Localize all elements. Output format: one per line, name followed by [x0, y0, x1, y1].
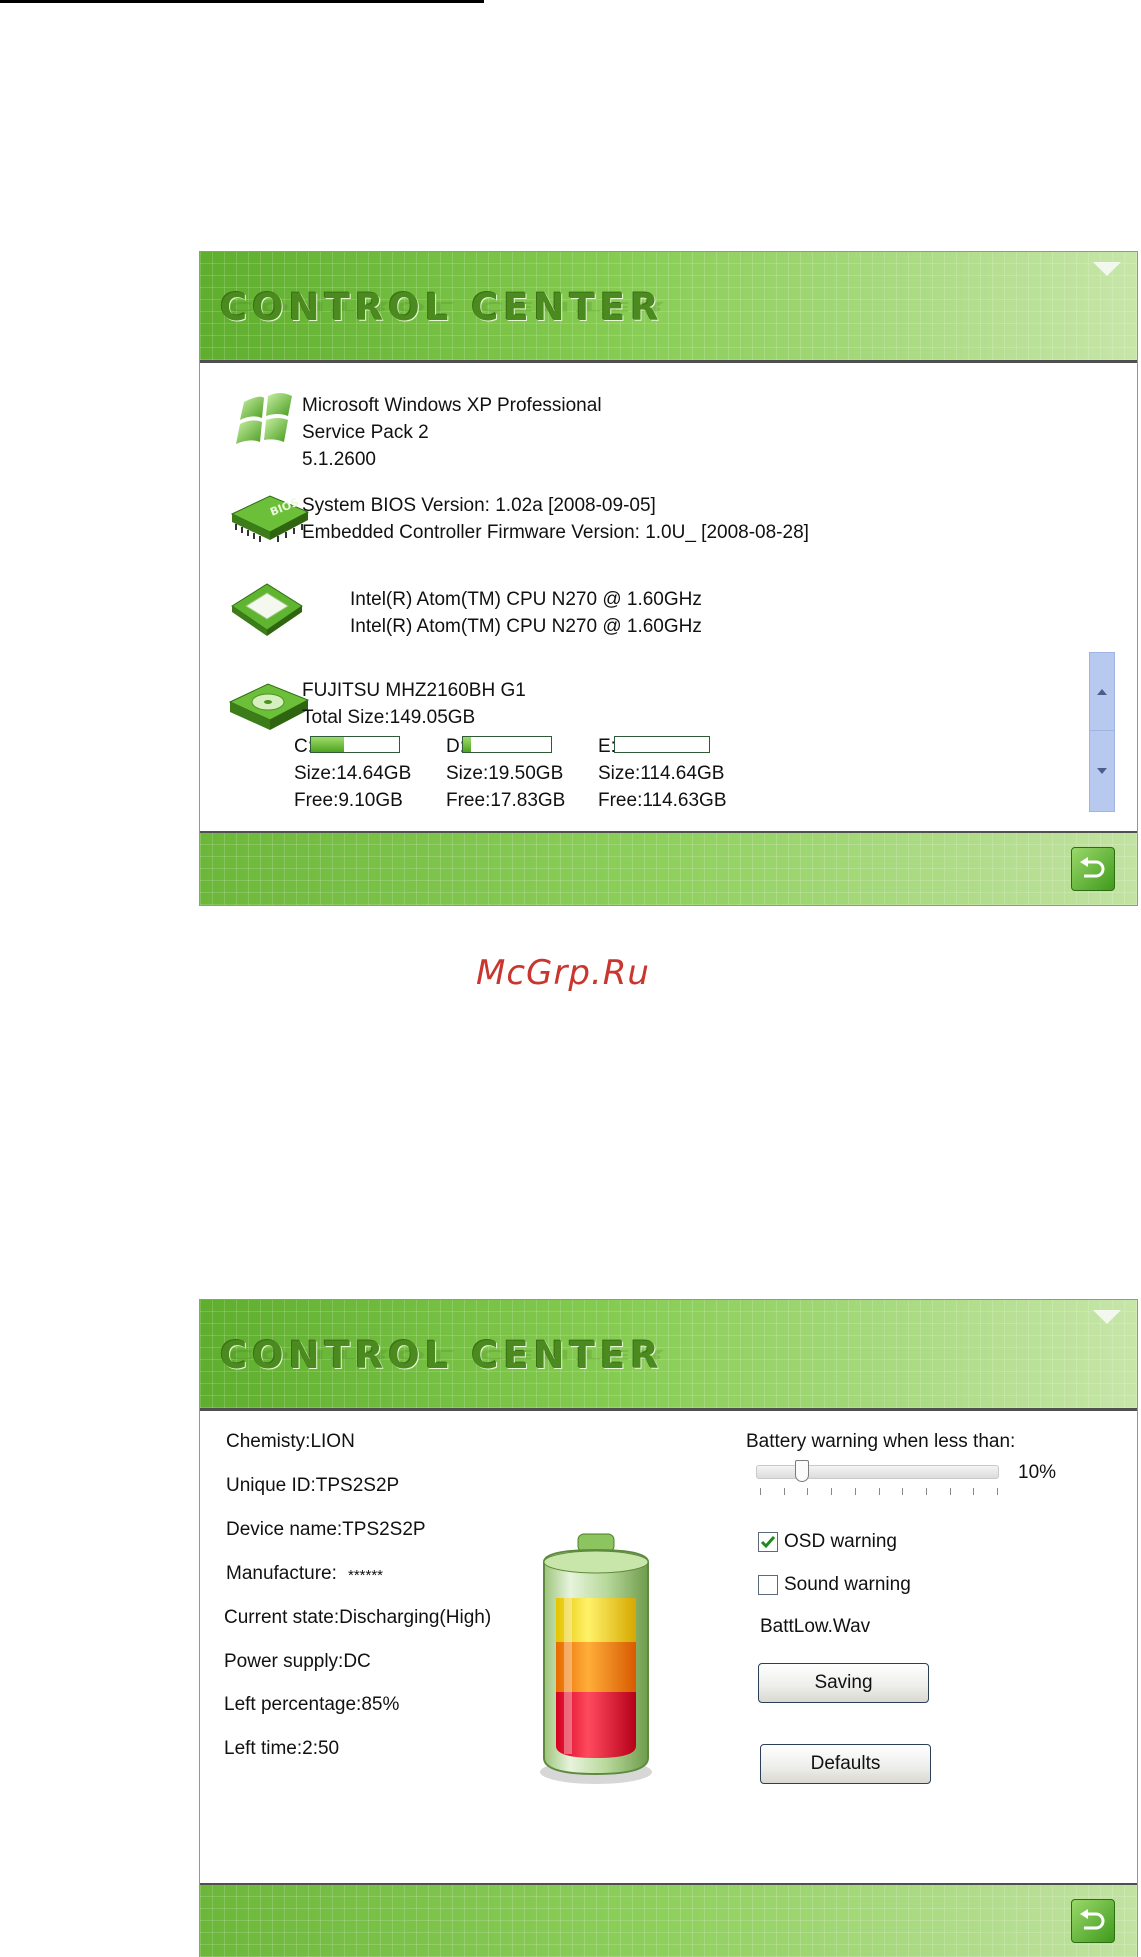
disk-model: FUJITSU MHZ2160BH G1: [302, 680, 526, 701]
warning-level-slider[interactable]: [756, 1465, 999, 1479]
drive-e-usage-bar: [614, 736, 710, 753]
drive-c-free: Free:9.10GB: [294, 790, 403, 811]
drive-c-usage-bar: [310, 736, 400, 753]
slider-tick: [997, 1488, 998, 1495]
top-rule: [0, 0, 484, 3]
disk-total-size: Total Size:149.05GB: [302, 707, 476, 728]
drive-d-usage-bar: [462, 736, 552, 753]
sound-file-name: BattLow.Wav: [760, 1616, 871, 1637]
battery-icon: [540, 1533, 652, 1784]
vertical-scrollbar[interactable]: [1089, 652, 1115, 812]
control-center-window-system: CONTROL CENTER CONTROL CENTER Microsoft …: [199, 251, 1138, 906]
slider-tick: [902, 1488, 904, 1495]
saving-button[interactable]: Saving: [758, 1663, 929, 1703]
slider-tick: [783, 1488, 785, 1495]
scroll-up-button[interactable]: [1090, 653, 1114, 731]
slider-tick: [760, 1488, 761, 1495]
battery-left-time: Left time:2:50: [224, 1738, 340, 1759]
battery-current-state: Current state:Discharging(High): [224, 1607, 492, 1628]
ec-firmware-version: Embedded Controller Firmware Version: 1.…: [302, 522, 809, 543]
drive-e-free: Free:114.63GB: [598, 790, 727, 811]
slider-ticks: [760, 1488, 998, 1496]
drive-c-usage-fill: [311, 737, 345, 752]
chevron-down-icon: [1097, 768, 1107, 774]
cpu-core-1: Intel(R) Atom(TM) CPU N270 @ 1.60GHz: [350, 589, 702, 610]
osd-warning-label: OSD warning: [784, 1531, 897, 1552]
osd-warning-checkbox[interactable]: [758, 1532, 778, 1552]
back-button[interactable]: [1071, 847, 1115, 891]
defaults-button[interactable]: Defaults: [760, 1744, 931, 1784]
footer: [200, 831, 1137, 905]
battery-manufacture-value: ******: [348, 1567, 384, 1584]
drive-d-free: Free:17.83GB: [446, 790, 566, 811]
windows-logo-icon: [236, 393, 292, 444]
drive-c-size: Size:14.64GB: [294, 763, 412, 784]
battery-device-name: Device name:TPS2S2P: [226, 1519, 426, 1540]
sound-warning-label: Sound warning: [784, 1574, 911, 1595]
back-arrow-icon: [1080, 857, 1105, 878]
warning-level-slider-thumb[interactable]: [794, 1460, 809, 1482]
drive-d-usage-fill: [463, 737, 471, 752]
os-name: Microsoft Windows XP Professional: [302, 395, 602, 416]
cpu-chip-icon: [231, 583, 303, 636]
window-title: CONTROL CENTER: [220, 286, 664, 329]
slider-tick: [973, 1488, 975, 1495]
slider-tick: [878, 1488, 880, 1495]
warning-level-value: 10%: [1018, 1462, 1057, 1483]
cpu-core-2: Intel(R) Atom(TM) CPU N270 @ 1.60GHz: [350, 616, 702, 637]
window-title: CONTROL CENTER: [220, 1334, 664, 1377]
battery-warning-label: Battery warning when less than:: [746, 1431, 1016, 1452]
drive-e-size: Size:114.64GB: [598, 763, 725, 784]
slider-tick: [807, 1488, 809, 1495]
drive-d-size: Size:19.50GB: [446, 763, 564, 784]
dropdown-arrow-icon[interactable]: [1093, 262, 1121, 276]
battery-manufacture-label: Manufacture:: [226, 1563, 337, 1584]
dropdown-arrow-icon[interactable]: [1093, 1310, 1121, 1324]
checkmark-icon: [760, 1536, 776, 1549]
chevron-up-icon: [1097, 688, 1107, 695]
back-arrow-icon: [1080, 1909, 1105, 1930]
battery-unique-id: Unique ID:TPS2S2P: [226, 1475, 400, 1496]
slider-tick: [949, 1488, 951, 1495]
slider-tick: [854, 1488, 856, 1495]
os-version: 5.1.2600: [302, 449, 376, 470]
watermark: McGrp.Ru: [476, 953, 650, 993]
scroll-down-button[interactable]: [1090, 732, 1114, 810]
control-center-window-battery: CONTROL CENTER CONTROL CENTER Chemisty:L…: [199, 1299, 1138, 1957]
footer: [200, 1883, 1137, 1957]
bios-chip-icon: BIOS: [230, 495, 310, 542]
hard-drive-icon: [228, 683, 310, 730]
slider-tick: [831, 1488, 833, 1495]
battery-power-supply: Power supply:DC: [224, 1651, 371, 1672]
header: CONTROL CENTER CONTROL CENTER: [200, 252, 1137, 363]
battery-left-percentage: Left percentage:85%: [224, 1694, 400, 1715]
header: CONTROL CENTER CONTROL CENTER: [200, 1300, 1137, 1411]
back-button[interactable]: [1071, 1899, 1115, 1943]
slider-tick: [925, 1488, 927, 1495]
bios-version: System BIOS Version: 1.02a [2008-09-05]: [302, 495, 656, 516]
os-service-pack: Service Pack 2: [302, 422, 429, 443]
sound-warning-checkbox[interactable]: [758, 1575, 778, 1595]
battery-chemistry: Chemisty:LION: [226, 1431, 355, 1452]
